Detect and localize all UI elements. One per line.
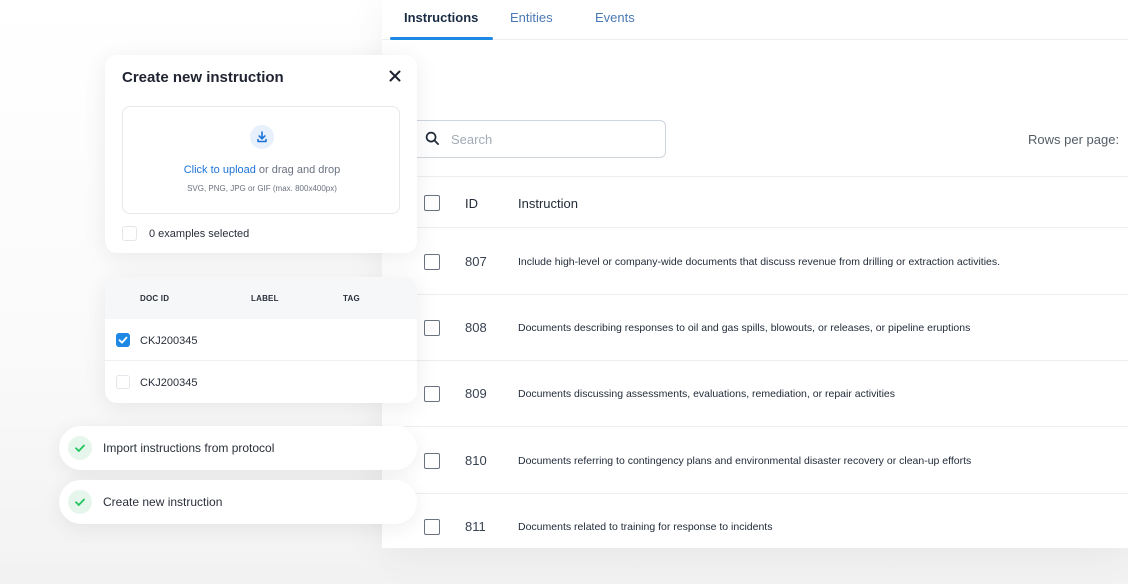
examples-table-header: DOC ID LABEL TAG (105, 277, 417, 319)
column-header-id: ID (465, 196, 478, 211)
upload-instructions-text: or drag and drop (255, 164, 341, 176)
rows-per-page-label: Rows per page: (1028, 132, 1120, 147)
check-icon (68, 490, 92, 514)
row-checkbox[interactable] (424, 254, 440, 270)
row-id: 808 (465, 320, 487, 335)
examples-table: DOC ID LABEL TAG CKJ200345 CKJ200345 (105, 277, 417, 403)
row-id: 809 (465, 386, 487, 401)
column-header-tag: TAG (343, 294, 360, 303)
search-input[interactable] (451, 129, 651, 149)
upload-hint: SVG, PNG, JPG or GIF (max. 800x400px) (187, 184, 337, 193)
search-icon (425, 131, 440, 151)
list-item[interactable]: CKJ200345 (105, 361, 417, 403)
search-box[interactable] (410, 120, 666, 158)
click-to-upload-link[interactable]: Click to upload (184, 164, 256, 176)
close-icon[interactable] (388, 69, 402, 83)
row-checkbox[interactable] (424, 519, 440, 535)
row-instruction: Documents related to training for respon… (518, 521, 773, 533)
table-row[interactable]: 809 Documents discussing assessments, ev… (404, 361, 1128, 427)
action-label: Import instructions from protocol (103, 441, 275, 455)
row-checkbox[interactable] (116, 375, 130, 389)
row-instruction: Documents discussing assessments, evalua… (518, 388, 896, 400)
table-row[interactable]: 807 Include high-level or company-wide d… (404, 229, 1128, 295)
action-label: Create new instruction (103, 495, 223, 509)
check-icon (68, 436, 92, 460)
column-header-instruction: Instruction (518, 196, 578, 211)
row-checkbox[interactable] (424, 453, 440, 469)
import-instructions-button[interactable]: Import instructions from protocol (59, 426, 417, 470)
row-checkbox-checked[interactable] (116, 333, 130, 347)
row-id: 810 (465, 453, 487, 468)
tab-instructions[interactable]: Instructions (404, 10, 478, 25)
row-checkbox[interactable] (424, 320, 440, 336)
doc-id: CKJ200345 (140, 377, 198, 389)
select-all-checkbox[interactable] (424, 195, 440, 211)
table-row[interactable]: 810 Documents referring to contingency p… (404, 428, 1128, 494)
upload-dropzone[interactable]: Click to upload or drag and drop SVG, PN… (122, 106, 400, 214)
row-instruction: Documents describing responses to oil an… (518, 322, 971, 334)
upload-icon (250, 125, 274, 149)
upload-instructions: Click to upload or drag and drop (123, 164, 401, 176)
tab-bar: Instructions Entities Events (382, 0, 1128, 40)
active-tab-indicator (390, 37, 493, 40)
examples-checkbox[interactable] (122, 226, 137, 241)
row-id: 807 (465, 254, 487, 269)
dialog-title: Create new instruction (122, 69, 284, 86)
row-instruction: Include high-level or company-wide docum… (518, 256, 1001, 268)
list-item[interactable]: CKJ200345 (105, 319, 417, 361)
doc-id: CKJ200345 (140, 335, 198, 347)
row-id: 811 (465, 519, 486, 534)
table-row[interactable]: 808 Documents describing responses to oi… (404, 295, 1128, 361)
table-header: ID Instruction (404, 176, 1128, 228)
create-instruction-button[interactable]: Create new instruction (59, 480, 417, 524)
row-checkbox[interactable] (424, 386, 440, 402)
create-instruction-dialog: Create new instruction Click to upload o… (105, 55, 417, 253)
row-instruction: Documents referring to contingency plans… (518, 455, 972, 467)
table-row[interactable]: 811 Documents related to training for re… (404, 494, 1128, 560)
column-header-doc-id: DOC ID (140, 294, 170, 303)
examples-selected-count: 0 examples selected (149, 228, 250, 240)
tab-events[interactable]: Events (595, 10, 635, 25)
tab-entities[interactable]: Entities (510, 10, 553, 25)
instructions-panel: Instructions Entities Events Rows per pa… (382, 0, 1128, 548)
column-header-label: LABEL (251, 294, 279, 303)
